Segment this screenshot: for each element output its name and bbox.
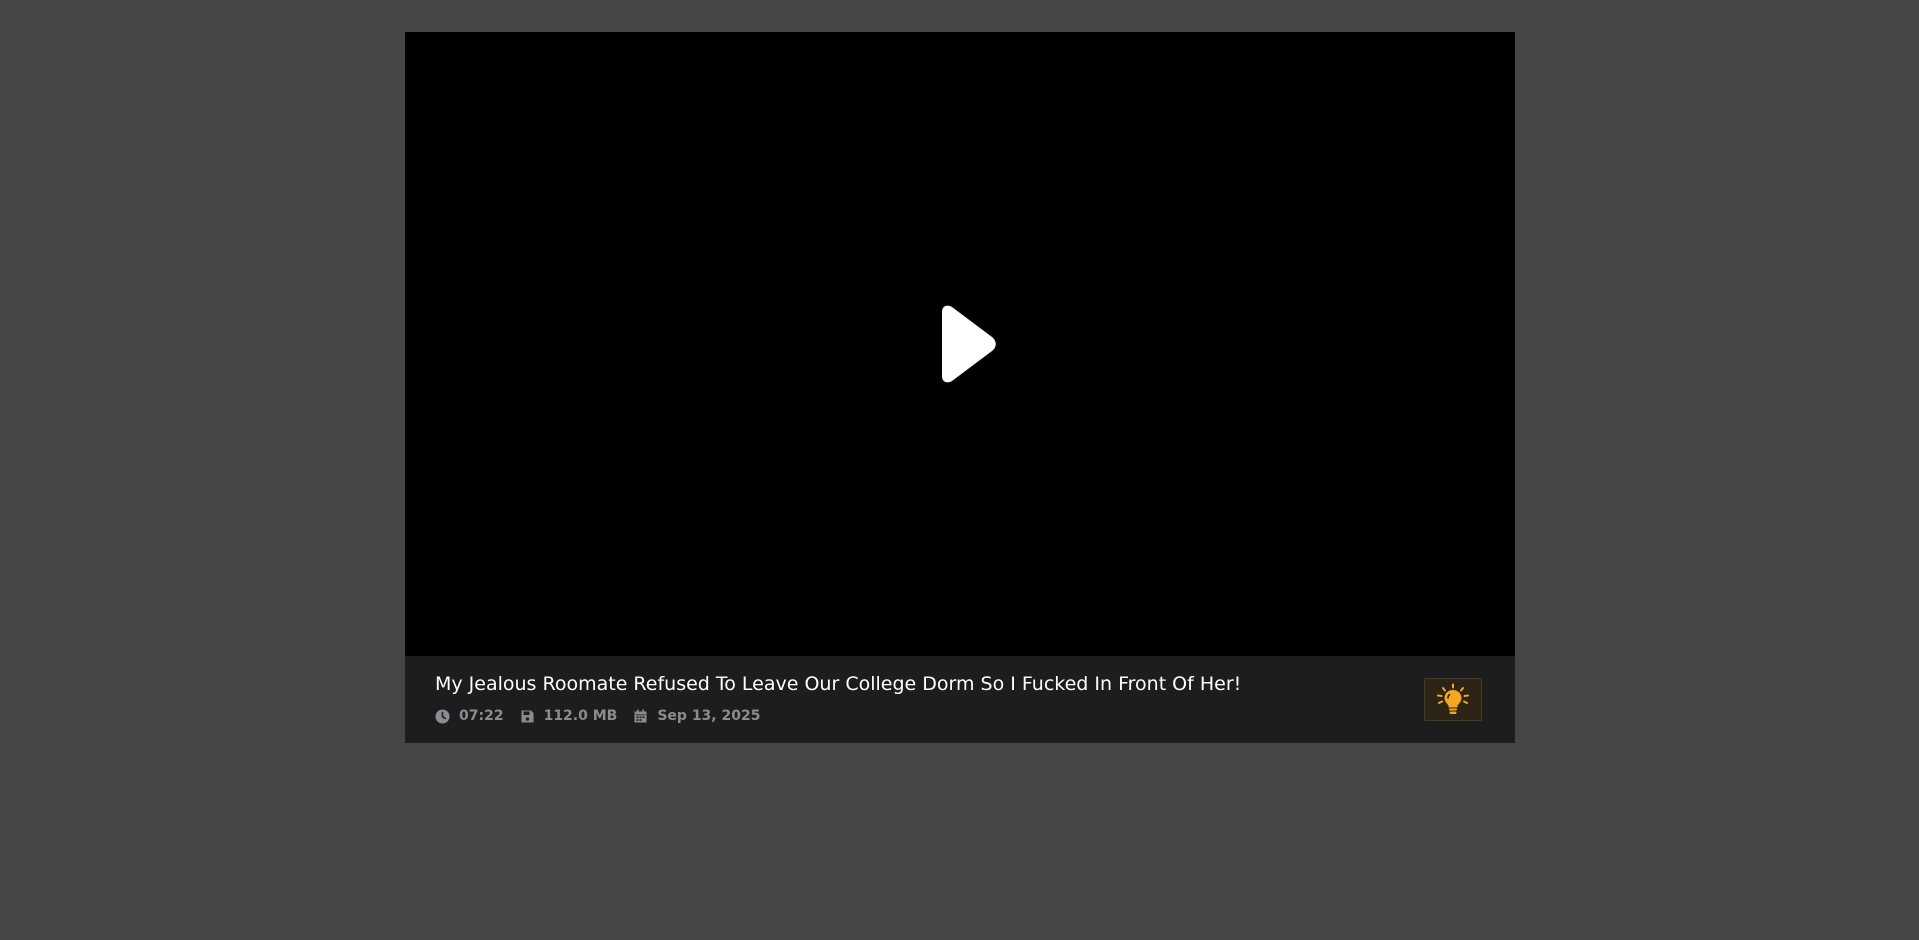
video-info-bar: My Jealous Roomate Refused To Leave Our … [405,656,1515,743]
calendar-icon [633,709,648,724]
video-player-card: My Jealous Roomate Refused To Leave Our … [405,32,1515,743]
video-area[interactable] [405,32,1515,656]
duration-value: 07:22 [459,708,504,724]
date-value: Sep 13, 2025 [657,708,761,724]
video-title: My Jealous Roomate Refused To Leave Our … [435,673,1242,695]
lights-toggle-button[interactable] [1424,678,1482,721]
date-meta: Sep 13, 2025 [633,708,760,724]
clock-icon [435,709,450,724]
floppy-disk-icon [520,709,535,724]
video-meta: 07:22 112.0 MB Sep 13, 2025 [435,706,776,726]
duration-meta: 07:22 [435,708,504,724]
size-value: 112.0 MB [543,708,618,724]
lightbulb-icon [1437,683,1469,714]
play-icon [942,305,996,383]
size-meta: 112.0 MB [520,708,618,724]
play-button[interactable] [930,304,1000,384]
